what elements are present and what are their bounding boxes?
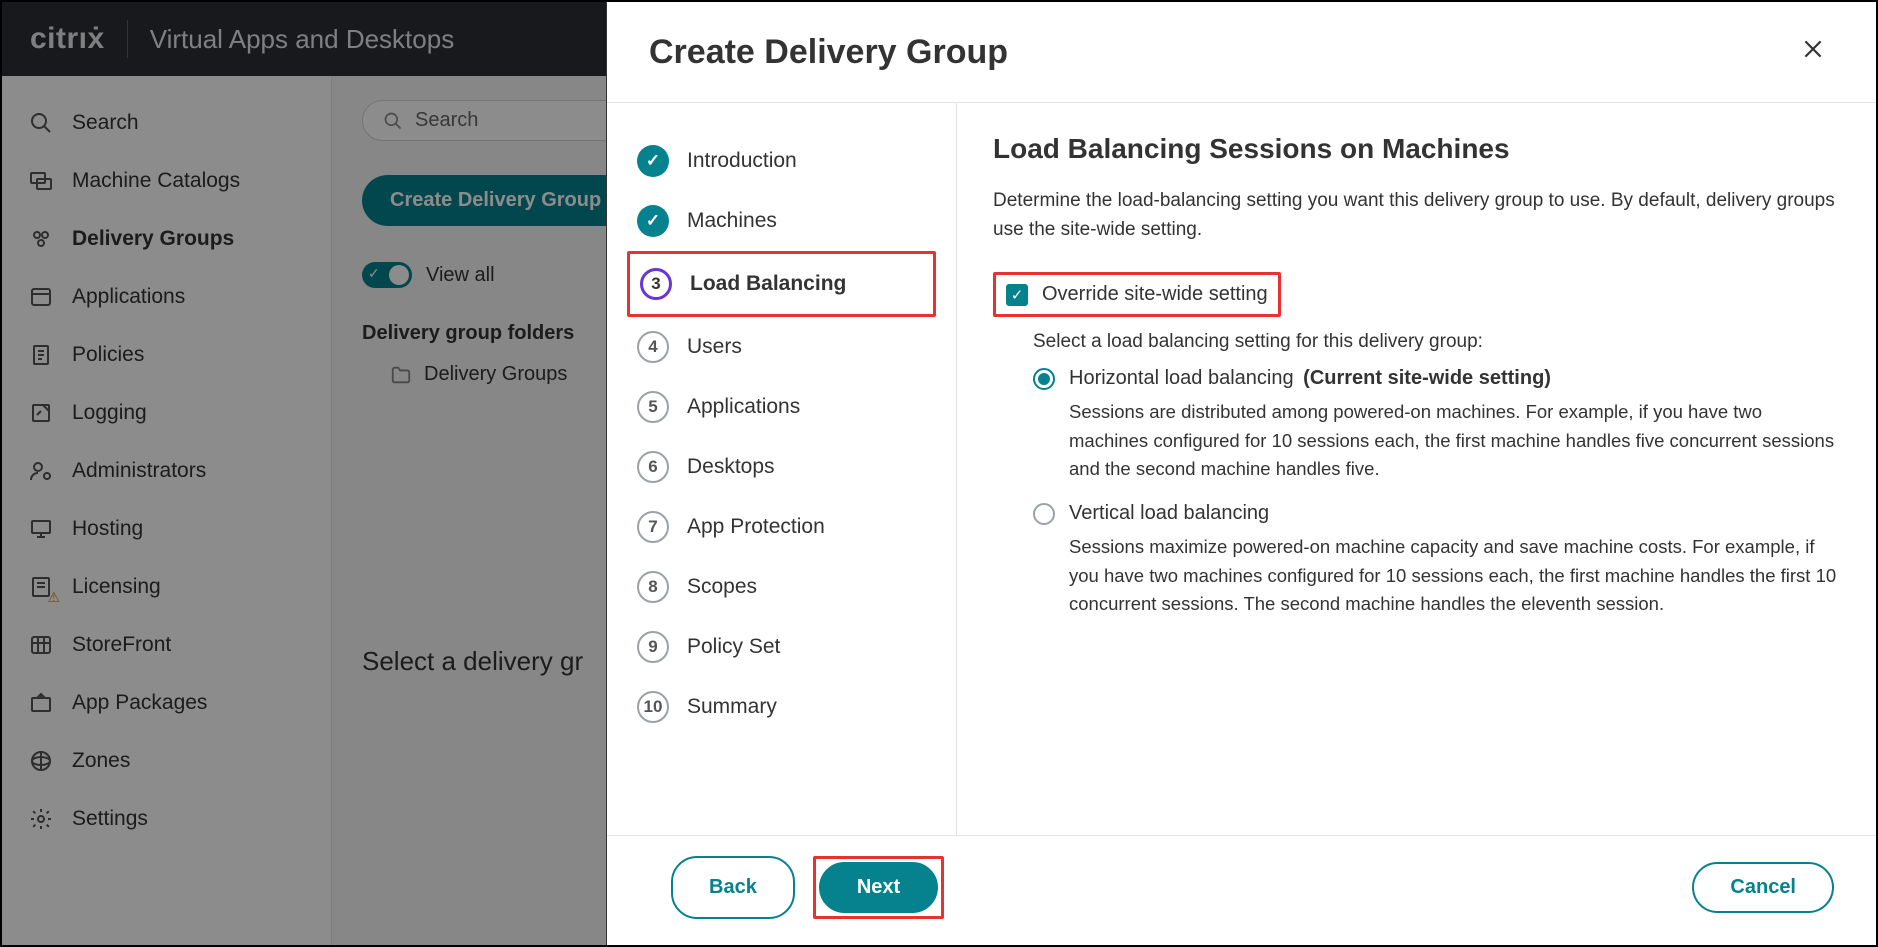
option-description: Sessions maximize powered-on machine cap… — [1069, 533, 1840, 619]
radio-selected-icon — [1033, 368, 1055, 390]
step-content-panel: Load Balancing Sessions on Machines Dete… — [957, 103, 1876, 835]
modal-header: Create Delivery Group — [607, 2, 1876, 103]
step-number-icon: 8 — [637, 571, 669, 603]
option-suffix: (Current site-wide setting) — [1303, 367, 1551, 389]
step-users[interactable]: 4 Users — [627, 317, 936, 377]
next-button[interactable]: Next — [819, 862, 938, 913]
step-number-icon: 6 — [637, 451, 669, 483]
step-check-icon: ✓ — [637, 205, 669, 237]
option-vertical: Vertical load balancing Sessions maximiz… — [1033, 502, 1840, 619]
step-label: Policy Set — [687, 635, 780, 659]
step-label: Machines — [687, 209, 777, 233]
step-load-balancing[interactable]: 3 Load Balancing — [627, 251, 936, 317]
step-label: Users — [687, 335, 742, 359]
option-horizontal: Horizontal load balancing (Current site-… — [1033, 367, 1840, 484]
back-button[interactable]: Back — [671, 856, 795, 919]
step-introduction[interactable]: ✓ Introduction — [627, 131, 936, 191]
panel-heading: Load Balancing Sessions on Machines — [993, 133, 1840, 165]
panel-intro: Determine the load-balancing setting you… — [993, 187, 1840, 244]
step-number-icon: 10 — [637, 691, 669, 723]
step-app-protection[interactable]: 7 App Protection — [627, 497, 936, 557]
radio-vertical[interactable]: Vertical load balancing — [1033, 502, 1840, 525]
option-label: Vertical load balancing — [1069, 502, 1269, 525]
checkbox-checked-icon: ✓ — [1006, 284, 1028, 306]
step-policy-set[interactable]: 9 Policy Set — [627, 617, 936, 677]
override-label: Override site-wide setting — [1042, 283, 1268, 306]
close-button[interactable] — [1792, 32, 1834, 72]
option-label: Horizontal load balancing — [1069, 367, 1294, 389]
close-icon — [1800, 36, 1826, 62]
override-checkbox-row[interactable]: ✓ Override site-wide setting — [993, 272, 1281, 317]
step-label: App Protection — [687, 515, 825, 539]
step-desktops[interactable]: 6 Desktops — [627, 437, 936, 497]
sub-instruction: Select a load balancing setting for this… — [1033, 331, 1840, 353]
modal-footer: Back Next Cancel — [607, 835, 1876, 945]
radio-unselected-icon — [1033, 503, 1055, 525]
step-number-icon: 9 — [637, 631, 669, 663]
step-label: Applications — [687, 395, 800, 419]
step-label: Introduction — [687, 149, 797, 173]
step-applications[interactable]: 5 Applications — [627, 377, 936, 437]
wizard-stepper: ✓ Introduction ✓ Machines 3 Load Balanci… — [607, 103, 957, 835]
step-number-icon: 7 — [637, 511, 669, 543]
step-label: Desktops — [687, 455, 775, 479]
step-label: Scopes — [687, 575, 757, 599]
modal-title: Create Delivery Group — [649, 33, 1008, 72]
step-summary[interactable]: 10 Summary — [627, 677, 936, 737]
step-machines[interactable]: ✓ Machines — [627, 191, 936, 251]
step-check-icon: ✓ — [637, 145, 669, 177]
step-number-icon: 3 — [640, 268, 672, 300]
step-label: Summary — [687, 695, 777, 719]
step-label: Load Balancing — [690, 272, 846, 296]
step-scopes[interactable]: 8 Scopes — [627, 557, 936, 617]
step-number-icon: 4 — [637, 331, 669, 363]
step-number-icon: 5 — [637, 391, 669, 423]
radio-horizontal[interactable]: Horizontal load balancing (Current site-… — [1033, 367, 1840, 390]
create-delivery-group-modal: Create Delivery Group ✓ Introduction ✓ M… — [606, 2, 1876, 945]
option-description: Sessions are distributed among powered-o… — [1069, 398, 1840, 484]
cancel-button[interactable]: Cancel — [1692, 862, 1834, 913]
